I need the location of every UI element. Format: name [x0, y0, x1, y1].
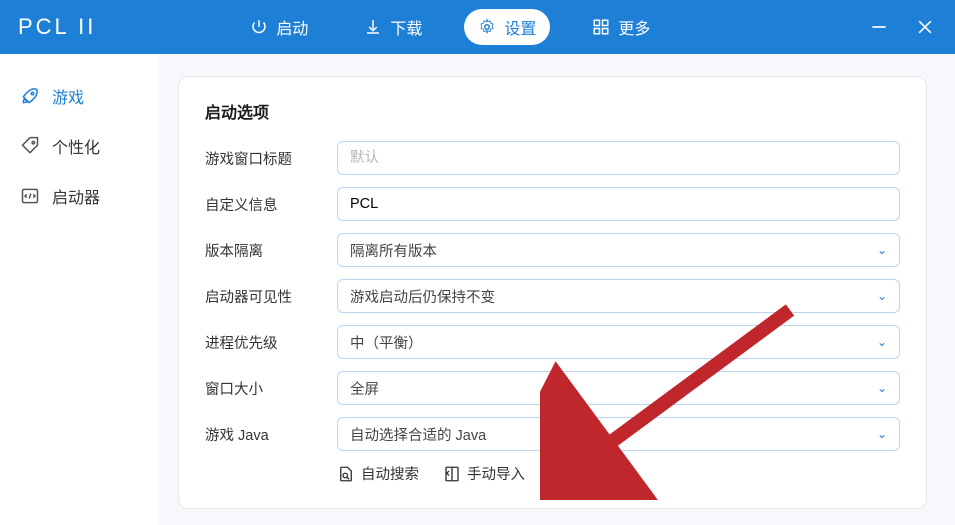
- rocket-icon: [20, 86, 40, 106]
- java-actions: 自动搜索 手动导入: [337, 463, 900, 484]
- row-window-title: 游戏窗口标题: [205, 141, 900, 175]
- select-version-isolation[interactable]: 隔离所有版本 ⌄: [337, 233, 900, 267]
- grid-icon: [592, 18, 610, 36]
- file-search-icon: [337, 465, 355, 483]
- sidebar-item-launcher[interactable]: 启动器: [0, 176, 158, 216]
- row-launcher-visibility: 启动器可见性 游戏启动后仍保持不变 ⌄: [205, 279, 900, 313]
- label-launcher-visibility: 启动器可见性: [205, 286, 337, 307]
- chevron-down-icon: ⌄: [877, 427, 887, 441]
- auto-search-label: 自动搜索: [361, 463, 419, 484]
- sidebar-item-label: 个性化: [52, 134, 100, 158]
- sidebar: 游戏 个性化 启动器: [0, 54, 158, 525]
- label-version-isolation: 版本隔离: [205, 240, 337, 261]
- manual-import-button[interactable]: 手动导入: [443, 463, 525, 484]
- custom-info-field[interactable]: [350, 188, 887, 220]
- gear-icon: [478, 18, 496, 36]
- input-custom-info[interactable]: [337, 187, 900, 221]
- row-window-size: 窗口大小 全屏 ⌄: [205, 371, 900, 405]
- chevron-down-icon: ⌄: [877, 335, 887, 349]
- sidebar-item-label: 游戏: [52, 84, 84, 108]
- app-title: PCL II: [18, 14, 96, 40]
- body: 游戏 个性化 启动器 启动选项 游戏窗口标题 自定义信息: [0, 54, 955, 525]
- nav-download-label: 下载: [390, 15, 422, 39]
- close-button[interactable]: [913, 15, 937, 39]
- nav-settings-label: 设置: [504, 15, 536, 39]
- chevron-down-icon: ⌄: [877, 381, 887, 395]
- sidebar-item-game[interactable]: 游戏: [0, 76, 158, 116]
- select-launcher-visibility[interactable]: 游戏启动后仍保持不变 ⌄: [337, 279, 900, 313]
- chevron-down-icon: ⌄: [877, 289, 887, 303]
- manual-import-label: 手动导入: [467, 463, 525, 484]
- label-game-java: 游戏 Java: [205, 424, 337, 445]
- nav-download[interactable]: 下载: [350, 9, 436, 45]
- label-window-title: 游戏窗口标题: [205, 148, 337, 169]
- nav-launch-label: 启动: [276, 15, 308, 39]
- select-game-java[interactable]: 自动选择合适的 Java ⌄: [337, 417, 900, 451]
- label-process-priority: 进程优先级: [205, 332, 337, 353]
- tag-icon: [20, 136, 40, 156]
- select-value: 隔离所有版本: [350, 240, 437, 261]
- code-icon: [20, 186, 40, 206]
- auto-search-button[interactable]: 自动搜索: [337, 463, 419, 484]
- sidebar-item-label: 启动器: [52, 184, 100, 208]
- minimize-button[interactable]: [867, 15, 891, 39]
- label-window-size: 窗口大小: [205, 378, 337, 399]
- nav-more[interactable]: 更多: [578, 9, 664, 45]
- input-window-title[interactable]: [337, 141, 900, 175]
- chevron-down-icon: ⌄: [877, 243, 887, 257]
- launch-options-card: 启动选项 游戏窗口标题 自定义信息 版本隔离 隔离所有版本 ⌄: [178, 76, 927, 509]
- nav-settings[interactable]: 设置: [464, 9, 550, 45]
- select-process-priority[interactable]: 中（平衡） ⌄: [337, 325, 900, 359]
- select-value: 中（平衡）: [350, 332, 423, 353]
- window-controls: [867, 15, 937, 39]
- nav-launch[interactable]: 启动: [236, 9, 322, 45]
- row-process-priority: 进程优先级 中（平衡） ⌄: [205, 325, 900, 359]
- card-title: 启动选项: [205, 99, 900, 123]
- select-window-size[interactable]: 全屏 ⌄: [337, 371, 900, 405]
- power-icon: [250, 18, 268, 36]
- select-value: 游戏启动后仍保持不变: [350, 286, 495, 307]
- select-value: 自动选择合适的 Java: [350, 424, 486, 445]
- sidebar-item-personalize[interactable]: 个性化: [0, 126, 158, 166]
- window-title-field[interactable]: [350, 142, 887, 174]
- row-custom-info: 自定义信息: [205, 187, 900, 221]
- import-icon: [443, 465, 461, 483]
- select-value: 全屏: [350, 378, 379, 399]
- titlebar: PCL II 启动 下载 设置 更多: [0, 0, 955, 54]
- nav-more-label: 更多: [618, 15, 650, 39]
- main-content: 启动选项 游戏窗口标题 自定义信息 版本隔离 隔离所有版本 ⌄: [158, 54, 955, 525]
- download-icon: [364, 18, 382, 36]
- row-game-java: 游戏 Java 自动选择合适的 Java ⌄: [205, 417, 900, 451]
- top-nav: 启动 下载 设置 更多: [236, 9, 664, 45]
- label-custom-info: 自定义信息: [205, 194, 337, 215]
- row-version-isolation: 版本隔离 隔离所有版本 ⌄: [205, 233, 900, 267]
